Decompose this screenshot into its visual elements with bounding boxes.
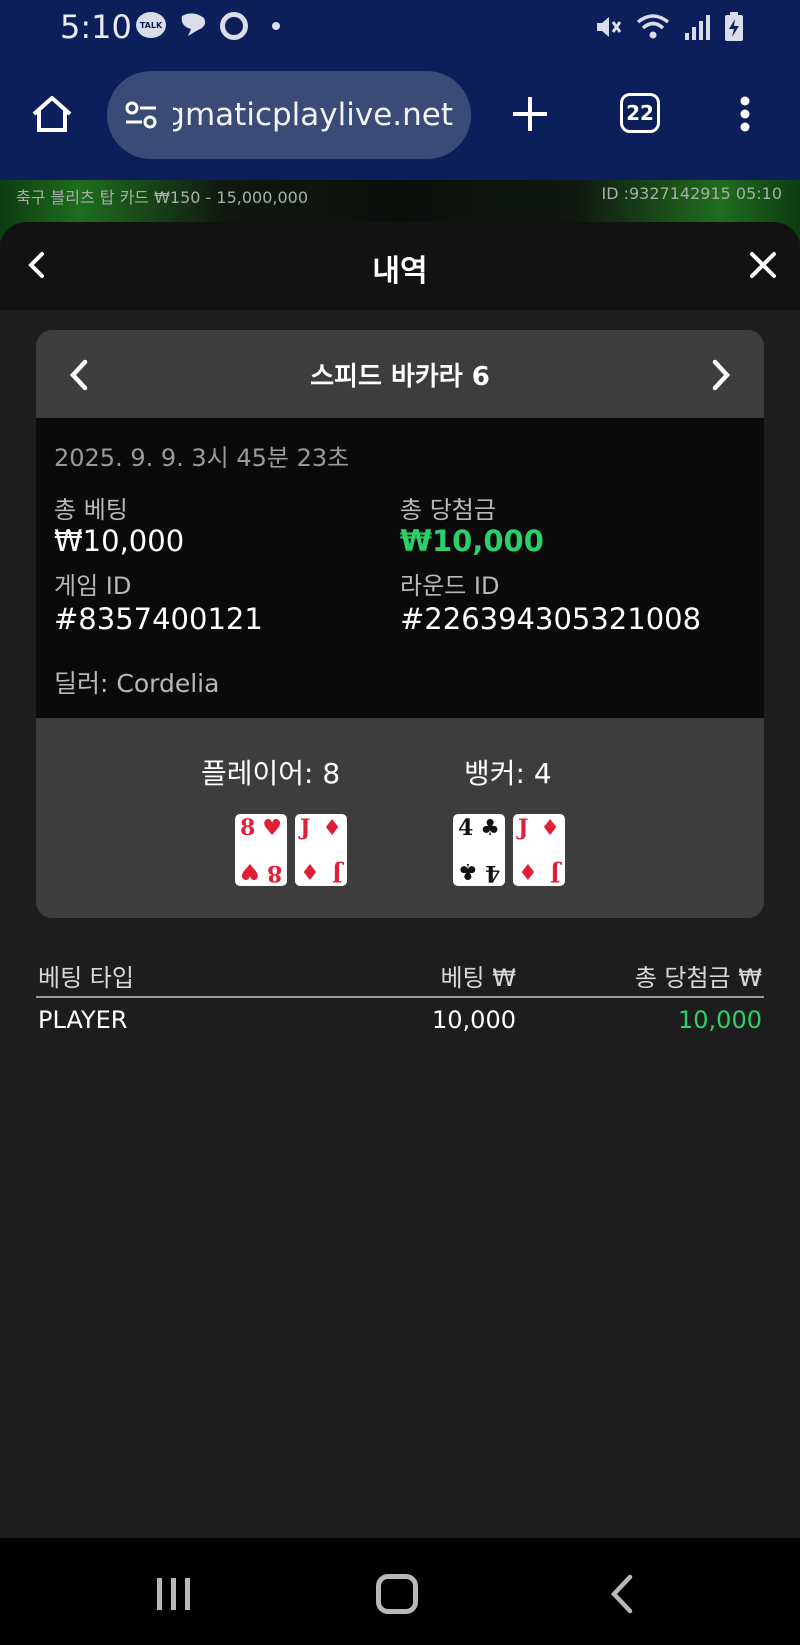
round-navigator: 스피드 바카라 6 — [36, 330, 764, 418]
home-nav-icon[interactable] — [376, 1574, 418, 1614]
banker-score: 뱅커: 4 — [464, 757, 552, 790]
round-id-value: #226394305321008 — [400, 602, 702, 636]
site-settings-icon[interactable] — [123, 97, 159, 133]
next-round-icon[interactable] — [706, 358, 734, 392]
wifi-icon — [636, 14, 670, 39]
status-time: 5:10 — [60, 8, 132, 46]
system-nav-bar — [0, 1538, 800, 1645]
bet-amount: 10,000 — [432, 1006, 516, 1034]
card-rank: J — [300, 815, 311, 841]
music-icon — [220, 12, 248, 40]
card-rank: J — [518, 815, 529, 841]
card-suit: ♦ — [518, 858, 538, 883]
battery-charging-icon — [725, 12, 743, 41]
back-nav-icon[interactable] — [608, 1574, 636, 1614]
recents-icon[interactable] — [155, 1576, 193, 1612]
kakaotalk-icon: TALK — [136, 12, 166, 38]
bet-type: PLAYER — [38, 1006, 128, 1034]
chat-bubble-icon — [178, 12, 208, 38]
url-text[interactable]: pragmaticplaylive.net — [173, 97, 453, 133]
game-name: 스피드 바카라 6 — [310, 362, 490, 392]
card-suit: ♣ — [480, 816, 500, 841]
total-win-label: 총 당첨금 — [400, 496, 496, 524]
bet-amount-header: 베팅 ₩ — [440, 964, 516, 992]
more-menu-icon[interactable] — [740, 96, 750, 132]
card-rank: 4 — [484, 860, 500, 886]
browser-toolbar: pragmaticplaylive.net 22 — [0, 56, 800, 180]
total-bet-label: 총 베팅 — [54, 496, 128, 524]
more-dot-icon — [272, 22, 280, 30]
bets-table: 베팅 타입 베팅 ₩ 총 당첨금 ₩ PLAYER 10,000 10,000 — [36, 950, 764, 1044]
sheet-title: 내역 — [372, 254, 428, 289]
player-score: 플레이어: 8 — [201, 757, 341, 790]
home-icon[interactable] — [30, 92, 74, 136]
card-suit: ♣ — [458, 858, 478, 883]
round-id-label: 라운드 ID — [400, 572, 500, 600]
bet-type-header: 베팅 타입 — [38, 964, 134, 992]
round-result: 플레이어: 8 뱅커: 4 8 ♥ 8 ♥ J ♦ J ♦ 4 ♣ 4 ♣ J — [36, 718, 764, 918]
game-id-label: 게임 ID — [54, 572, 132, 600]
dealer-name: 딜러: Cordelia — [54, 669, 220, 698]
card-suit: ♥ — [262, 816, 282, 841]
browser-chrome: 5:10 TALK pragmaticplaylive.net — [0, 0, 800, 180]
close-icon[interactable] — [748, 250, 778, 280]
status-bar: 5:10 TALK — [0, 0, 800, 56]
table-info: 축구 블리츠 탑 카드 ₩150 - 15,000,000 — [16, 188, 309, 207]
card-rank: J — [549, 860, 560, 886]
total-bet-value: ₩10,000 — [54, 524, 185, 558]
session-id: ID :9327142915 05:10 — [601, 184, 782, 203]
card-rank: 8 — [266, 860, 282, 886]
total-win-value: ₩10,000 — [400, 524, 544, 558]
bets-table-header: 베팅 타입 베팅 ₩ 총 당첨금 ₩ — [36, 950, 764, 998]
win-amount: 10,000 — [678, 1006, 762, 1034]
new-tab-icon[interactable] — [510, 94, 550, 134]
card-rank: J — [331, 860, 342, 886]
card-suit: ♥ — [240, 858, 260, 883]
sheet-header: 내역 — [0, 222, 800, 310]
tab-switcher-button[interactable]: 22 — [620, 93, 660, 133]
banker-card-1: 4 ♣ 4 ♣ — [453, 814, 505, 886]
status-right-icons — [594, 12, 744, 42]
mute-icon — [597, 17, 622, 37]
card-suit: ♦ — [322, 816, 342, 841]
card-rank: 4 — [458, 815, 474, 841]
game-id-value: #8357400121 — [54, 602, 263, 636]
round-datetime: 2025. 9. 9. 3시 45분 23초 — [54, 444, 350, 472]
address-bar[interactable]: pragmaticplaylive.net — [107, 71, 471, 159]
table-row: PLAYER 10,000 10,000 — [36, 998, 764, 1044]
round-details: 2025. 9. 9. 3시 45분 23초 총 베팅 ₩10,000 총 당첨… — [36, 418, 764, 718]
card-rank: 8 — [240, 815, 256, 841]
round-card: 스피드 바카라 6 2025. 9. 9. 3시 45분 23초 총 베팅 ₩1… — [36, 330, 764, 918]
player-card-1: 8 ♥ 8 ♥ — [235, 814, 287, 886]
history-sheet: 내역 스피드 바카라 6 2025. 9. 9. 3시 45분 23초 총 베팅… — [0, 222, 800, 1538]
card-suit: ♦ — [540, 816, 560, 841]
banker-card-2: J ♦ J ♦ — [513, 814, 565, 886]
player-card-2: J ♦ J ♦ — [295, 814, 347, 886]
win-amount-header: 총 당첨금 ₩ — [634, 964, 762, 992]
signal-icon — [685, 15, 710, 40]
card-suit: ♦ — [300, 858, 320, 883]
